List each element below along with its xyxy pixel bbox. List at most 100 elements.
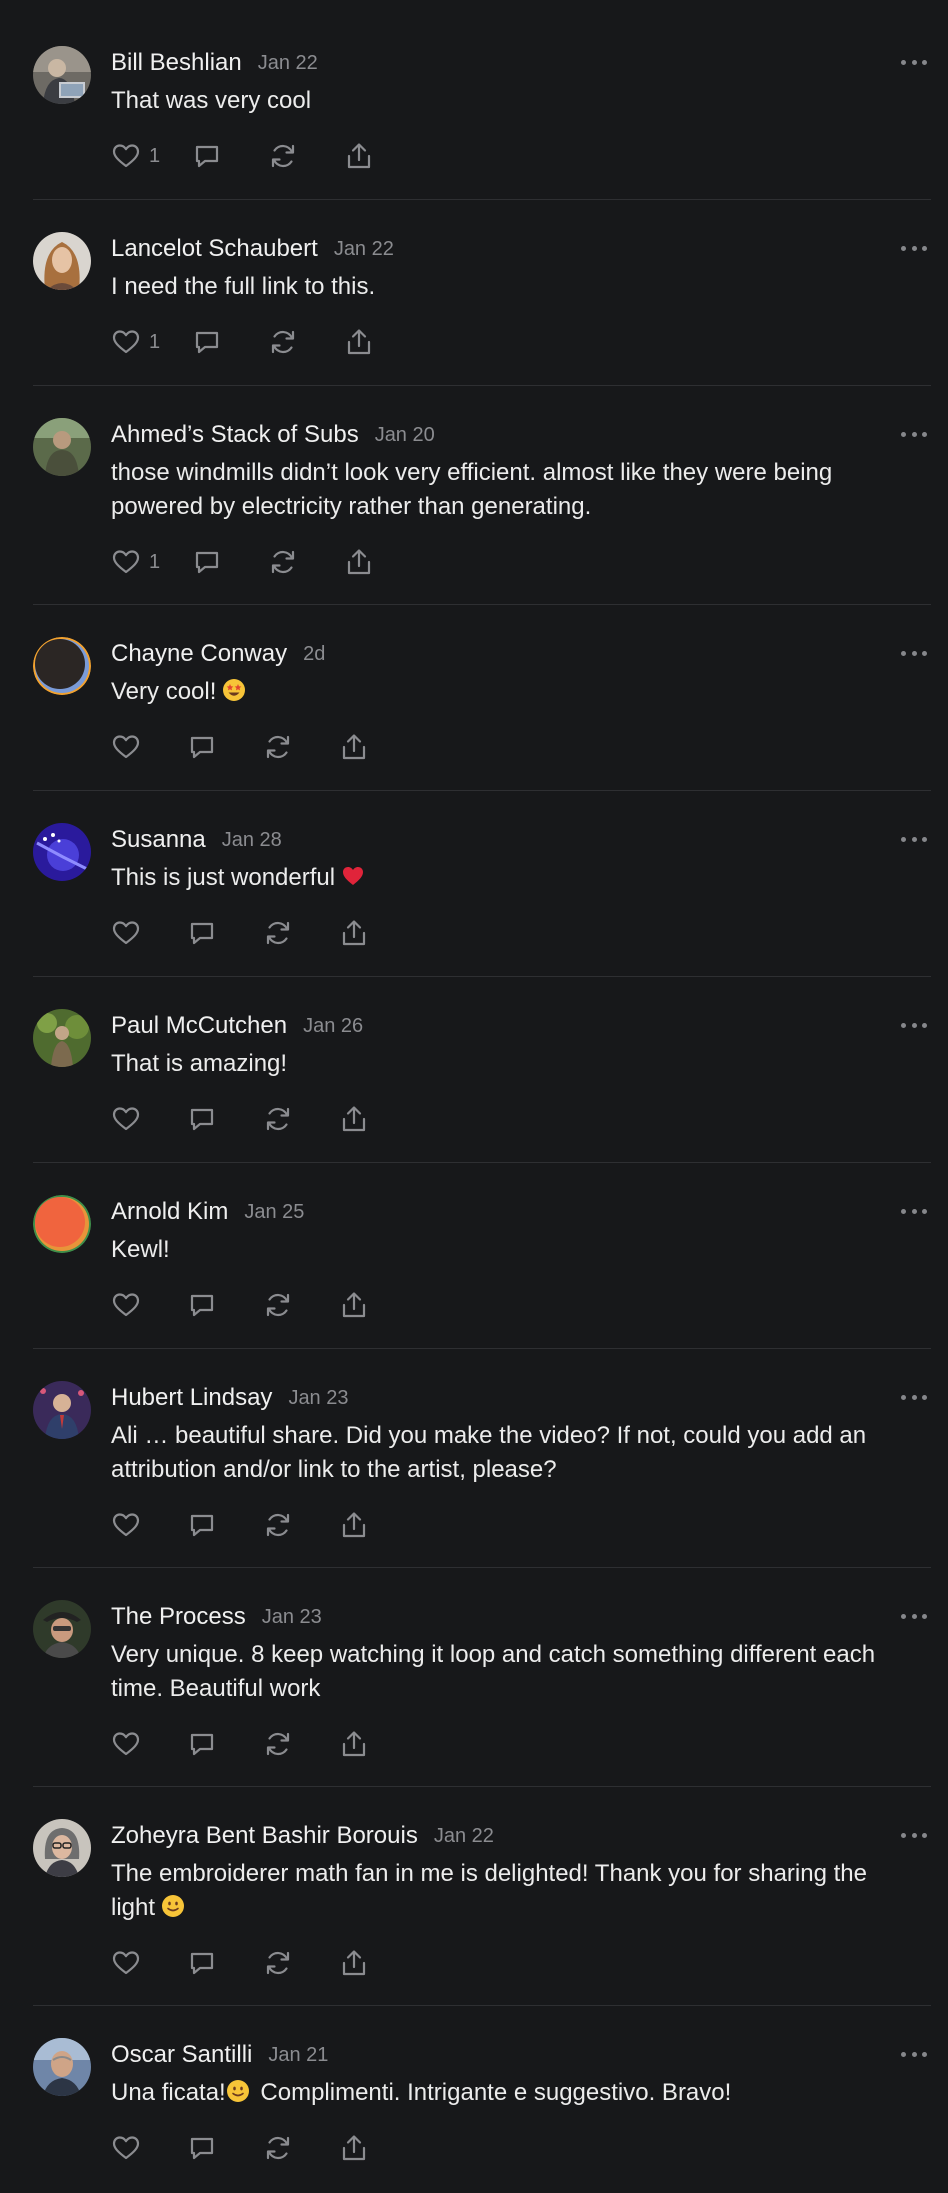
avatar[interactable] (33, 1819, 91, 1877)
comment-date[interactable]: Jan 25 (244, 1201, 304, 1224)
restack-button[interactable] (268, 141, 298, 171)
restack-button[interactable] (263, 1104, 293, 1134)
reply-button[interactable] (192, 141, 222, 171)
restack-button[interactable] (263, 2133, 293, 2163)
comment-feed: Bill Beshlian Jan 22 That was very cool … (33, 0, 931, 2193)
restack-button[interactable] (263, 918, 293, 948)
reply-button[interactable] (187, 1290, 217, 1320)
avatar[interactable] (33, 637, 91, 695)
comment-date[interactable]: Jan 20 (375, 424, 435, 447)
reply-button[interactable] (187, 1510, 217, 1540)
author-name[interactable]: Arnold Kim (111, 1198, 228, 1226)
share-button[interactable] (339, 1510, 369, 1540)
more-icon[interactable] (901, 1606, 927, 1626)
share-button[interactable] (344, 141, 374, 171)
comment-date[interactable]: Jan 22 (334, 238, 394, 261)
restack-icon (266, 1513, 290, 1537)
share-button[interactable] (339, 1104, 369, 1134)
comment-header: Arnold Kim Jan 25 (111, 1195, 304, 1229)
action-bar: 1 (111, 324, 374, 360)
reply-button[interactable] (187, 2133, 217, 2163)
more-icon[interactable] (901, 238, 927, 258)
avatar[interactable] (33, 1009, 91, 1067)
more-icon[interactable] (901, 643, 927, 663)
share-button[interactable] (339, 732, 369, 762)
comment-date[interactable]: 2d (303, 643, 325, 666)
comment: Paul McCutchen Jan 26 That is amazing! (33, 977, 931, 1163)
like-button[interactable] (111, 732, 141, 762)
avatar[interactable] (33, 2038, 91, 2096)
share-button[interactable] (344, 547, 374, 577)
share-button[interactable] (339, 1948, 369, 1978)
share-button[interactable] (339, 2133, 369, 2163)
restack-button[interactable] (263, 1729, 293, 1759)
avatar[interactable] (33, 232, 91, 290)
comment-date[interactable]: Jan 23 (288, 1387, 348, 1410)
reply-button[interactable] (192, 547, 222, 577)
share-button[interactable] (339, 1290, 369, 1320)
like-button[interactable] (111, 1104, 141, 1134)
author-name[interactable]: Oscar Santilli (111, 2041, 252, 2069)
avatar[interactable] (33, 46, 91, 104)
share-button[interactable] (339, 1729, 369, 1759)
reply-button[interactable] (187, 1948, 217, 1978)
restack-button[interactable] (268, 547, 298, 577)
more-icon[interactable] (901, 424, 927, 444)
comment-date[interactable]: Jan 21 (268, 2044, 328, 2067)
like-button[interactable] (111, 1510, 141, 1540)
share-button[interactable] (344, 327, 374, 357)
restack-button[interactable] (263, 732, 293, 762)
comment-text-content: The embroiderer math fan in me is deligh… (111, 1860, 867, 1921)
reply-button[interactable] (187, 732, 217, 762)
avatar[interactable] (33, 418, 91, 476)
more-icon[interactable] (901, 1015, 927, 1035)
author-name[interactable]: Chayne Conway (111, 640, 287, 668)
more-icon[interactable] (901, 1201, 927, 1221)
comment-date[interactable]: Jan 23 (262, 1606, 322, 1629)
author-name[interactable]: Ahmed’s Stack of Subs (111, 421, 359, 449)
heart-icon (112, 1951, 140, 1975)
author-name[interactable]: Bill Beshlian (111, 49, 242, 77)
more-icon[interactable] (901, 829, 927, 849)
avatar[interactable] (33, 1195, 91, 1253)
like-button[interactable] (111, 1290, 141, 1320)
avatar[interactable] (33, 1381, 91, 1439)
share-button[interactable] (339, 918, 369, 948)
comment-date[interactable]: Jan 22 (434, 1825, 494, 1848)
heart-icon (112, 2136, 140, 2160)
reply-button[interactable] (187, 1729, 217, 1759)
comment-header: Bill Beshlian Jan 22 (111, 46, 318, 80)
reply-button[interactable] (187, 918, 217, 948)
like-button[interactable] (111, 1948, 141, 1978)
restack-button[interactable] (268, 327, 298, 357)
like-button[interactable]: 1 (111, 547, 160, 577)
like-button[interactable] (111, 2133, 141, 2163)
author-name[interactable]: Susanna (111, 826, 206, 854)
more-icon[interactable] (901, 1387, 927, 1407)
more-icon[interactable] (901, 2044, 927, 2064)
restack-button[interactable] (263, 1948, 293, 1978)
comment-date[interactable]: Jan 26 (303, 1015, 363, 1038)
reply-button[interactable] (192, 327, 222, 357)
author-name[interactable]: The Process (111, 1603, 246, 1631)
restack-button[interactable] (263, 1290, 293, 1320)
author-name[interactable]: Hubert Lindsay (111, 1384, 272, 1412)
reply-button[interactable] (187, 1104, 217, 1134)
author-name[interactable]: Paul McCutchen (111, 1012, 287, 1040)
author-name[interactable]: Zoheyra Bent Bashir Borouis (111, 1822, 418, 1850)
more-icon[interactable] (901, 52, 927, 72)
like-button[interactable] (111, 1729, 141, 1759)
comment-text: That is amazing! (111, 1050, 288, 1077)
restack-button[interactable] (263, 1510, 293, 1540)
comment-date[interactable]: Jan 22 (258, 52, 318, 75)
avatar[interactable] (33, 1600, 91, 1658)
avatar[interactable] (33, 823, 91, 881)
restack-icon (266, 1293, 290, 1317)
heart-icon (112, 1732, 140, 1756)
like-button[interactable] (111, 918, 141, 948)
author-name[interactable]: Lancelot Schaubert (111, 235, 318, 263)
like-button[interactable]: 1 (111, 327, 160, 357)
like-button[interactable]: 1 (111, 141, 160, 171)
more-icon[interactable] (901, 1825, 927, 1845)
comment-date[interactable]: Jan 28 (222, 829, 282, 852)
